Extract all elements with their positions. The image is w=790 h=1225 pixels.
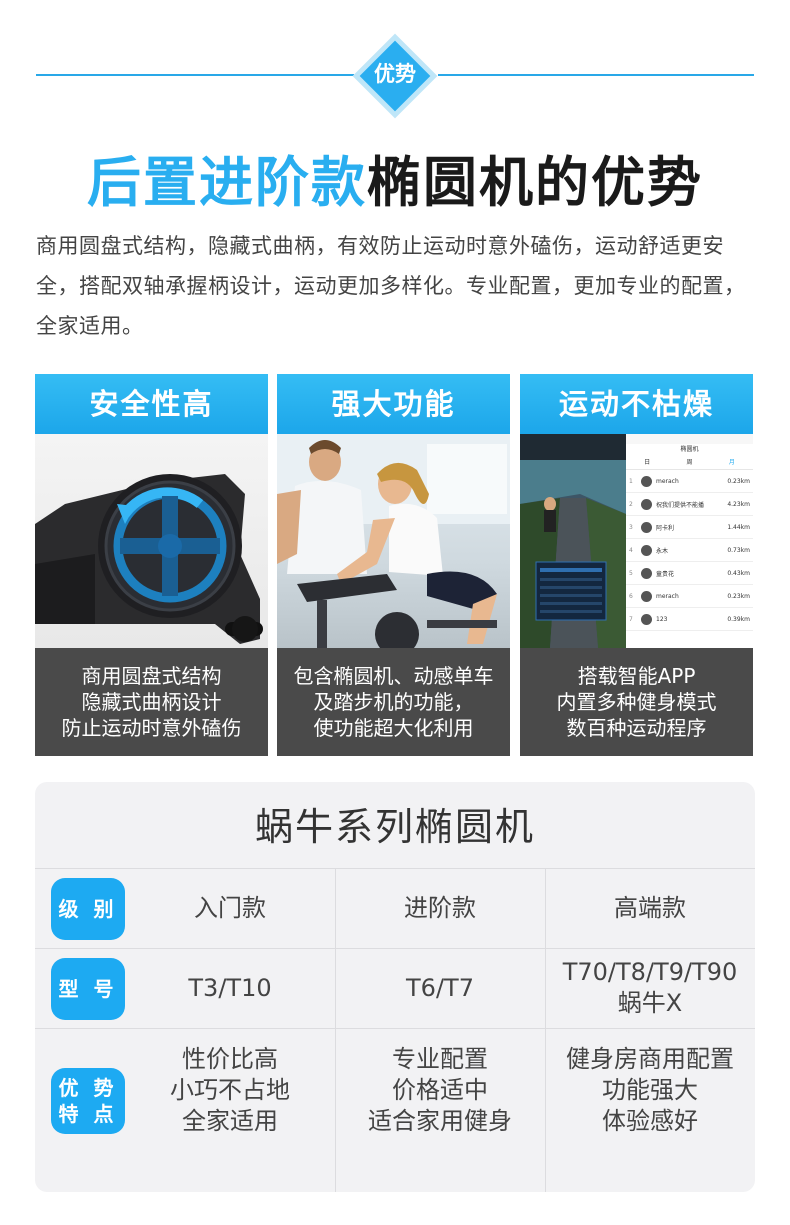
app-ranking-row[interactable]: 1 merach 0.23km [626, 470, 753, 493]
table-cell: 健身房商用配置 功能强大 体验感好 [566, 1044, 734, 1135]
page-title-main: 椭圆机的优势 [367, 151, 703, 214]
app-screenshot: 椭圆机 日 周 月 1 merach 0.23km 2 祝我们提供不能播 4.23km 3 阿… [520, 434, 753, 648]
avatar [641, 544, 652, 556]
feature-line: 使功能超大化利用 [313, 716, 474, 740]
feature-card-title: 强大功能 [277, 374, 510, 434]
header-divider-right [438, 74, 754, 76]
feature-card-desc: 搭载智能APP 内置多种健身模式 数百种运动程序 [520, 648, 753, 756]
app-ranking-row[interactable]: 6 merach 0.23km [626, 585, 753, 608]
user-name: merach [656, 592, 679, 600]
feature-line: 搭载智能APP [577, 664, 696, 688]
user-name: 123 [656, 615, 668, 623]
table-cell: T6/T7 [406, 973, 474, 1002]
rank-number: 3 [629, 523, 633, 531]
series-comparison-table: 蜗牛系列椭圆机 级 别 入门款 进阶款 高端款 型 号 T3/T10 T6/T7… [35, 782, 755, 1192]
rank-number: 1 [629, 477, 633, 485]
distance-value: 0.39km [727, 615, 750, 623]
gym-cyclists-photo [277, 434, 510, 648]
table-cell: 进阶款 [404, 893, 476, 922]
feature-line: 内置多种健身模式 [556, 690, 717, 714]
user-name: merach [656, 477, 679, 485]
distance-value: 4.23km [727, 500, 750, 508]
header-divider-left [36, 74, 354, 76]
app-title: 椭圆机 [680, 446, 699, 453]
feature-line: 及踏步机的功能， [313, 690, 474, 714]
feature-card-title: 安全性高 [35, 374, 268, 434]
machine-flywheel-image [35, 434, 268, 648]
app-tab-day[interactable]: 日 [644, 456, 650, 469]
rank-number: 7 [629, 615, 633, 623]
row-label-advantages: 优 势 特 点 [51, 1068, 125, 1134]
feature-line: 商用圆盘式结构 [81, 664, 222, 688]
feature-card-desc: 商用圆盘式结构 隐藏式曲柄设计 防止运动时意外磕伤 [35, 648, 268, 756]
feature-card-function: 强大功能 包含椭圆机、动感单车 及踏步机的功能， 使功能超大化利用 [277, 374, 510, 756]
feature-card-app: 运动不枯燥 椭圆机 日 周 月 1 merach 0.23km 2 祝我们提供不… [520, 374, 753, 756]
avatar [641, 498, 652, 510]
app-ranking-row[interactable]: 7 123 0.39km [626, 608, 753, 631]
feature-card-safety: 安全性高 商用圆盘式结构 隐藏式曲柄设计 防止运动时意外磕伤 [35, 374, 268, 756]
app-ranking-row[interactable]: 3 阿卡利 1.44km [626, 516, 753, 539]
app-tab-month[interactable]: 月 [729, 456, 735, 469]
user-name: 祝我们提供不能播 [656, 501, 705, 509]
app-ranking-row[interactable]: 5 童贵花 0.43km [626, 562, 753, 585]
rank-number: 6 [629, 592, 633, 600]
table-cell: 入门款 [194, 893, 266, 922]
feature-line: 数百种运动程序 [566, 716, 707, 740]
feature-card-desc: 包含椭圆机、动感单车 及踏步机的功能， 使功能超大化利用 [277, 648, 510, 756]
app-ranking-row[interactable]: 2 祝我们提供不能播 4.23km [626, 493, 753, 516]
intro-paragraph: 商用圆盘式结构，隐藏式曲柄，有效防止运动时意外磕伤，运动舒适更安全，搭配双轴承握… [36, 234, 746, 338]
avatar [641, 521, 652, 533]
avatar [641, 567, 652, 579]
row-label-text: 级 别 [58, 897, 118, 921]
table-title: 蜗牛系列椭圆机 [254, 805, 535, 849]
distance-value: 0.23km [727, 477, 750, 485]
table-cell: 高端款 [614, 893, 686, 922]
rank-number: 4 [629, 546, 633, 554]
avatar [641, 590, 652, 602]
distance-value: 0.43km [727, 569, 750, 577]
distance-value: 1.44km [727, 523, 750, 531]
row-label-model: 型 号 [51, 958, 125, 1020]
row-label-text: 型 号 [58, 977, 118, 1001]
row-label-text: 特 点 [58, 1102, 118, 1126]
feature-line: 包含椭圆机、动感单车 [293, 664, 494, 688]
table-cell: T3/T10 [188, 973, 272, 1002]
distance-value: 0.73km [727, 546, 750, 554]
table-cell: 专业配置 价格适中 适合家用健身 [368, 1044, 512, 1135]
user-name: 永木 [656, 547, 669, 555]
app-tab-week[interactable]: 周 [686, 456, 692, 469]
user-name: 阿卡利 [656, 524, 675, 532]
rank-number: 5 [629, 569, 633, 577]
user-name: 童贵花 [656, 570, 675, 578]
row-label-level: 级 别 [51, 878, 125, 940]
app-ranking-row[interactable]: 4 永木 0.73km [626, 539, 753, 562]
distance-value: 0.23km [727, 592, 750, 600]
app-ranking-list: 1 merach 0.23km 2 祝我们提供不能播 4.23km 3 阿卡利 1.44km 4 永… [626, 470, 753, 631]
feature-card-title: 运动不枯燥 [520, 374, 753, 434]
avatar [641, 613, 652, 625]
avatar [641, 475, 652, 487]
table-cell: 性价比高 小巧不占地 全家适用 [170, 1044, 290, 1135]
feature-line: 隐藏式曲柄设计 [81, 690, 222, 714]
table-cell: T70/T8/T9/T90 蜗牛X [562, 958, 738, 1017]
row-label-text: 优 势 [58, 1076, 118, 1100]
page-title-highlight: 后置进阶款 [87, 151, 367, 214]
feature-line: 防止运动时意外磕伤 [61, 716, 242, 740]
page-title: 后置进阶款椭圆机的优势 [0, 138, 790, 217]
section-badge: 优势 [374, 62, 416, 86]
rank-number: 2 [629, 500, 633, 508]
